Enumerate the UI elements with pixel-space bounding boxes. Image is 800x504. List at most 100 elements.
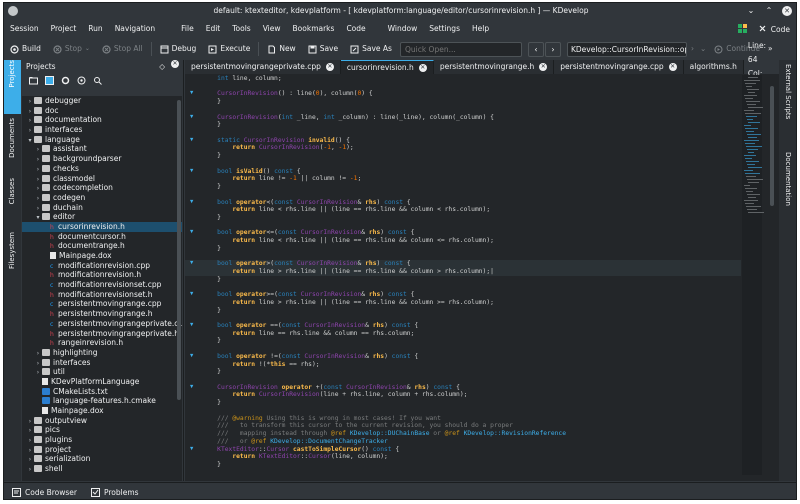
- float-panel-icon[interactable]: ◇: [159, 60, 165, 73]
- editor-tab[interactable]: persistentmovingrange.h ✕: [433, 60, 555, 74]
- tree-item[interactable]: h modificationrevisionset.h: [22, 290, 182, 300]
- code-line[interactable]: [185, 283, 741, 291]
- navigate-forward-button[interactable]: ›: [544, 41, 561, 57]
- tab-documents[interactable]: Documents: [4, 118, 21, 170]
- code-line[interactable]: }: [185, 214, 741, 222]
- context-browser-field[interactable]: KDevelop::CursorInRevision::operat: [566, 41, 687, 57]
- code-line[interactable]: ▼ bool isValid() const {: [185, 168, 741, 176]
- tree-item[interactable]: h persistentmovingrange.h: [22, 309, 182, 319]
- menu-help[interactable]: Help: [466, 20, 495, 38]
- close-panel-icon[interactable]: ✕: [171, 60, 179, 68]
- tree-item[interactable]: › util: [22, 367, 182, 377]
- new-button[interactable]: New: [261, 39, 301, 59]
- tree-item[interactable]: › codecompletion: [22, 183, 182, 193]
- tree-item[interactable]: › shell: [22, 464, 182, 474]
- editor-scrollbar-thumb[interactable]: [770, 86, 774, 206]
- expand-arrow-icon[interactable]: ›: [26, 465, 34, 475]
- tree-item[interactable]: › codegen: [22, 193, 182, 203]
- build-button[interactable]: Build: [4, 39, 47, 59]
- title-bar[interactable]: default: ktexteditor, kdevplatform - [ k…: [4, 3, 796, 19]
- fold-arrow-icon[interactable]: ▼: [190, 291, 193, 299]
- code-mode-button[interactable]: Code: [758, 24, 790, 34]
- tree-item[interactable]: ▾ editor: [22, 212, 182, 222]
- menu-project[interactable]: Project: [45, 20, 83, 38]
- editor-tab[interactable]: persistentmovingrange.cpp ✕: [554, 60, 684, 74]
- code-line[interactable]: /// @warning Using this is wrong in most…: [185, 415, 741, 423]
- code-line[interactable]: return line < rhs.line || (line == rhs.l…: [185, 206, 741, 214]
- code-line[interactable]: }: [185, 183, 741, 191]
- menu-bookmarks[interactable]: Bookmarks: [287, 20, 341, 38]
- tree-item[interactable]: › highlighting: [22, 348, 182, 358]
- tab-documentation[interactable]: Documentation: [779, 152, 796, 222]
- code-line[interactable]: ▼ bool operator ==(const CursorInRevisio…: [185, 322, 741, 330]
- save-as-button[interactable]: Save As: [344, 39, 398, 59]
- fold-arrow-icon[interactable]: ▼: [190, 114, 193, 122]
- code-line[interactable]: }: [185, 121, 741, 129]
- code-line[interactable]: }: [185, 337, 741, 345]
- context-dropdown-button[interactable]: ⌄: [698, 39, 708, 59]
- tree-item[interactable]: › serialization: [22, 454, 182, 464]
- tree-item[interactable]: c persistentmovingrange.cpp: [22, 299, 182, 309]
- menu-run[interactable]: Run: [82, 20, 108, 38]
- tree-item[interactable]: h modificationrevision.h: [22, 270, 182, 280]
- code-line[interactable]: [185, 253, 741, 261]
- settings-icon[interactable]: [61, 76, 70, 85]
- editor-tab[interactable]: cursorinrevision.h ✕: [340, 60, 434, 74]
- app-icon[interactable]: [8, 6, 18, 16]
- code-line[interactable]: return CursorInRevision(line + rhs.line,…: [185, 391, 741, 399]
- tree-item[interactable]: › doc: [22, 106, 182, 116]
- code-line[interactable]: int line, column;: [185, 75, 741, 83]
- tree-item[interactable]: Mainpage.dox: [22, 251, 182, 261]
- code-line[interactable]: return line < rhs.line || (line == rhs.l…: [185, 237, 741, 245]
- save-button[interactable]: Save: [302, 39, 344, 59]
- menu-window[interactable]: Window: [382, 20, 424, 38]
- tree-item[interactable]: › assistant: [22, 144, 182, 154]
- code-line[interactable]: ▼ bool operator !=(const CursorInRevisio…: [185, 353, 741, 361]
- build-selection-icon[interactable]: [77, 76, 86, 85]
- fold-arrow-icon[interactable]: ▼: [190, 229, 193, 237]
- code-line[interactable]: }: [185, 399, 741, 407]
- tree-item[interactable]: › plugins: [22, 435, 182, 445]
- fold-arrow-icon[interactable]: ▼: [190, 446, 193, 454]
- code-line[interactable]: ▼ CursorInRevision operator +(const Curs…: [185, 384, 741, 392]
- context-nav-button[interactable]: ›: [687, 39, 698, 59]
- fold-arrow-icon[interactable]: ▼: [190, 168, 193, 176]
- code-line[interactable]: }: [185, 245, 741, 253]
- code-line[interactable]: return line != -1 || column != -1;: [185, 175, 741, 183]
- minimap[interactable]: [742, 75, 764, 475]
- menu-view[interactable]: View: [257, 20, 287, 38]
- menu-code[interactable]: Code: [340, 20, 371, 38]
- code-line[interactable]: return CursorInRevision(-1, -1);: [185, 144, 741, 152]
- fold-arrow-icon[interactable]: ▼: [190, 322, 193, 330]
- close-tab-icon[interactable]: ✕: [668, 63, 677, 71]
- tree-item[interactable]: › documentation: [22, 115, 182, 125]
- code-line[interactable]: return !(*this == rhs);: [185, 361, 741, 369]
- code-line[interactable]: [185, 191, 741, 199]
- tree-item[interactable]: h documentcursor.h: [22, 232, 182, 242]
- tree-item[interactable]: › duchain: [22, 203, 182, 213]
- execute-button[interactable]: Execute: [202, 39, 256, 59]
- editor-scrollbar[interactable]: [769, 76, 775, 472]
- code-line[interactable]: [185, 106, 741, 114]
- fold-arrow-icon[interactable]: ▼: [190, 384, 193, 392]
- open-project-icon[interactable]: [29, 76, 38, 85]
- tree-item[interactable]: h cursorinrevision.h: [22, 221, 182, 232]
- fold-arrow-icon[interactable]: ▼: [190, 199, 193, 207]
- code-line[interactable]: }: [185, 98, 741, 106]
- tree-item[interactable]: c persistentmovingrangeprivate.c...: [22, 319, 182, 329]
- tree-item[interactable]: › debugger: [22, 96, 182, 106]
- tree-item[interactable]: › backgroundparser: [22, 154, 182, 164]
- code-line[interactable]: return line > rhs.line || (line == rhs.l…: [185, 267, 741, 276]
- editor-tab[interactable]: persistentmovingrangeprivate.cpp ✕: [185, 60, 341, 74]
- tree-item[interactable]: ▾ language: [22, 135, 182, 145]
- tree-item[interactable]: h persistentmovingrangeprivate.h: [22, 329, 182, 339]
- close-icon[interactable]: ✕: [782, 6, 792, 16]
- stop-all-button[interactable]: Stop All: [96, 39, 149, 59]
- code-line[interactable]: ▼ bool operator>(const CursorInRevision&…: [185, 260, 741, 268]
- code-line[interactable]: [185, 222, 741, 230]
- close-tab-icon[interactable]: ✕: [539, 63, 548, 71]
- code-line[interactable]: return KTextEditor::Cursor(line, column)…: [185, 453, 741, 461]
- tab-code-browser[interactable]: Code Browser: [12, 487, 77, 497]
- tree-item[interactable]: › pics: [22, 425, 182, 435]
- code-line[interactable]: [185, 314, 741, 322]
